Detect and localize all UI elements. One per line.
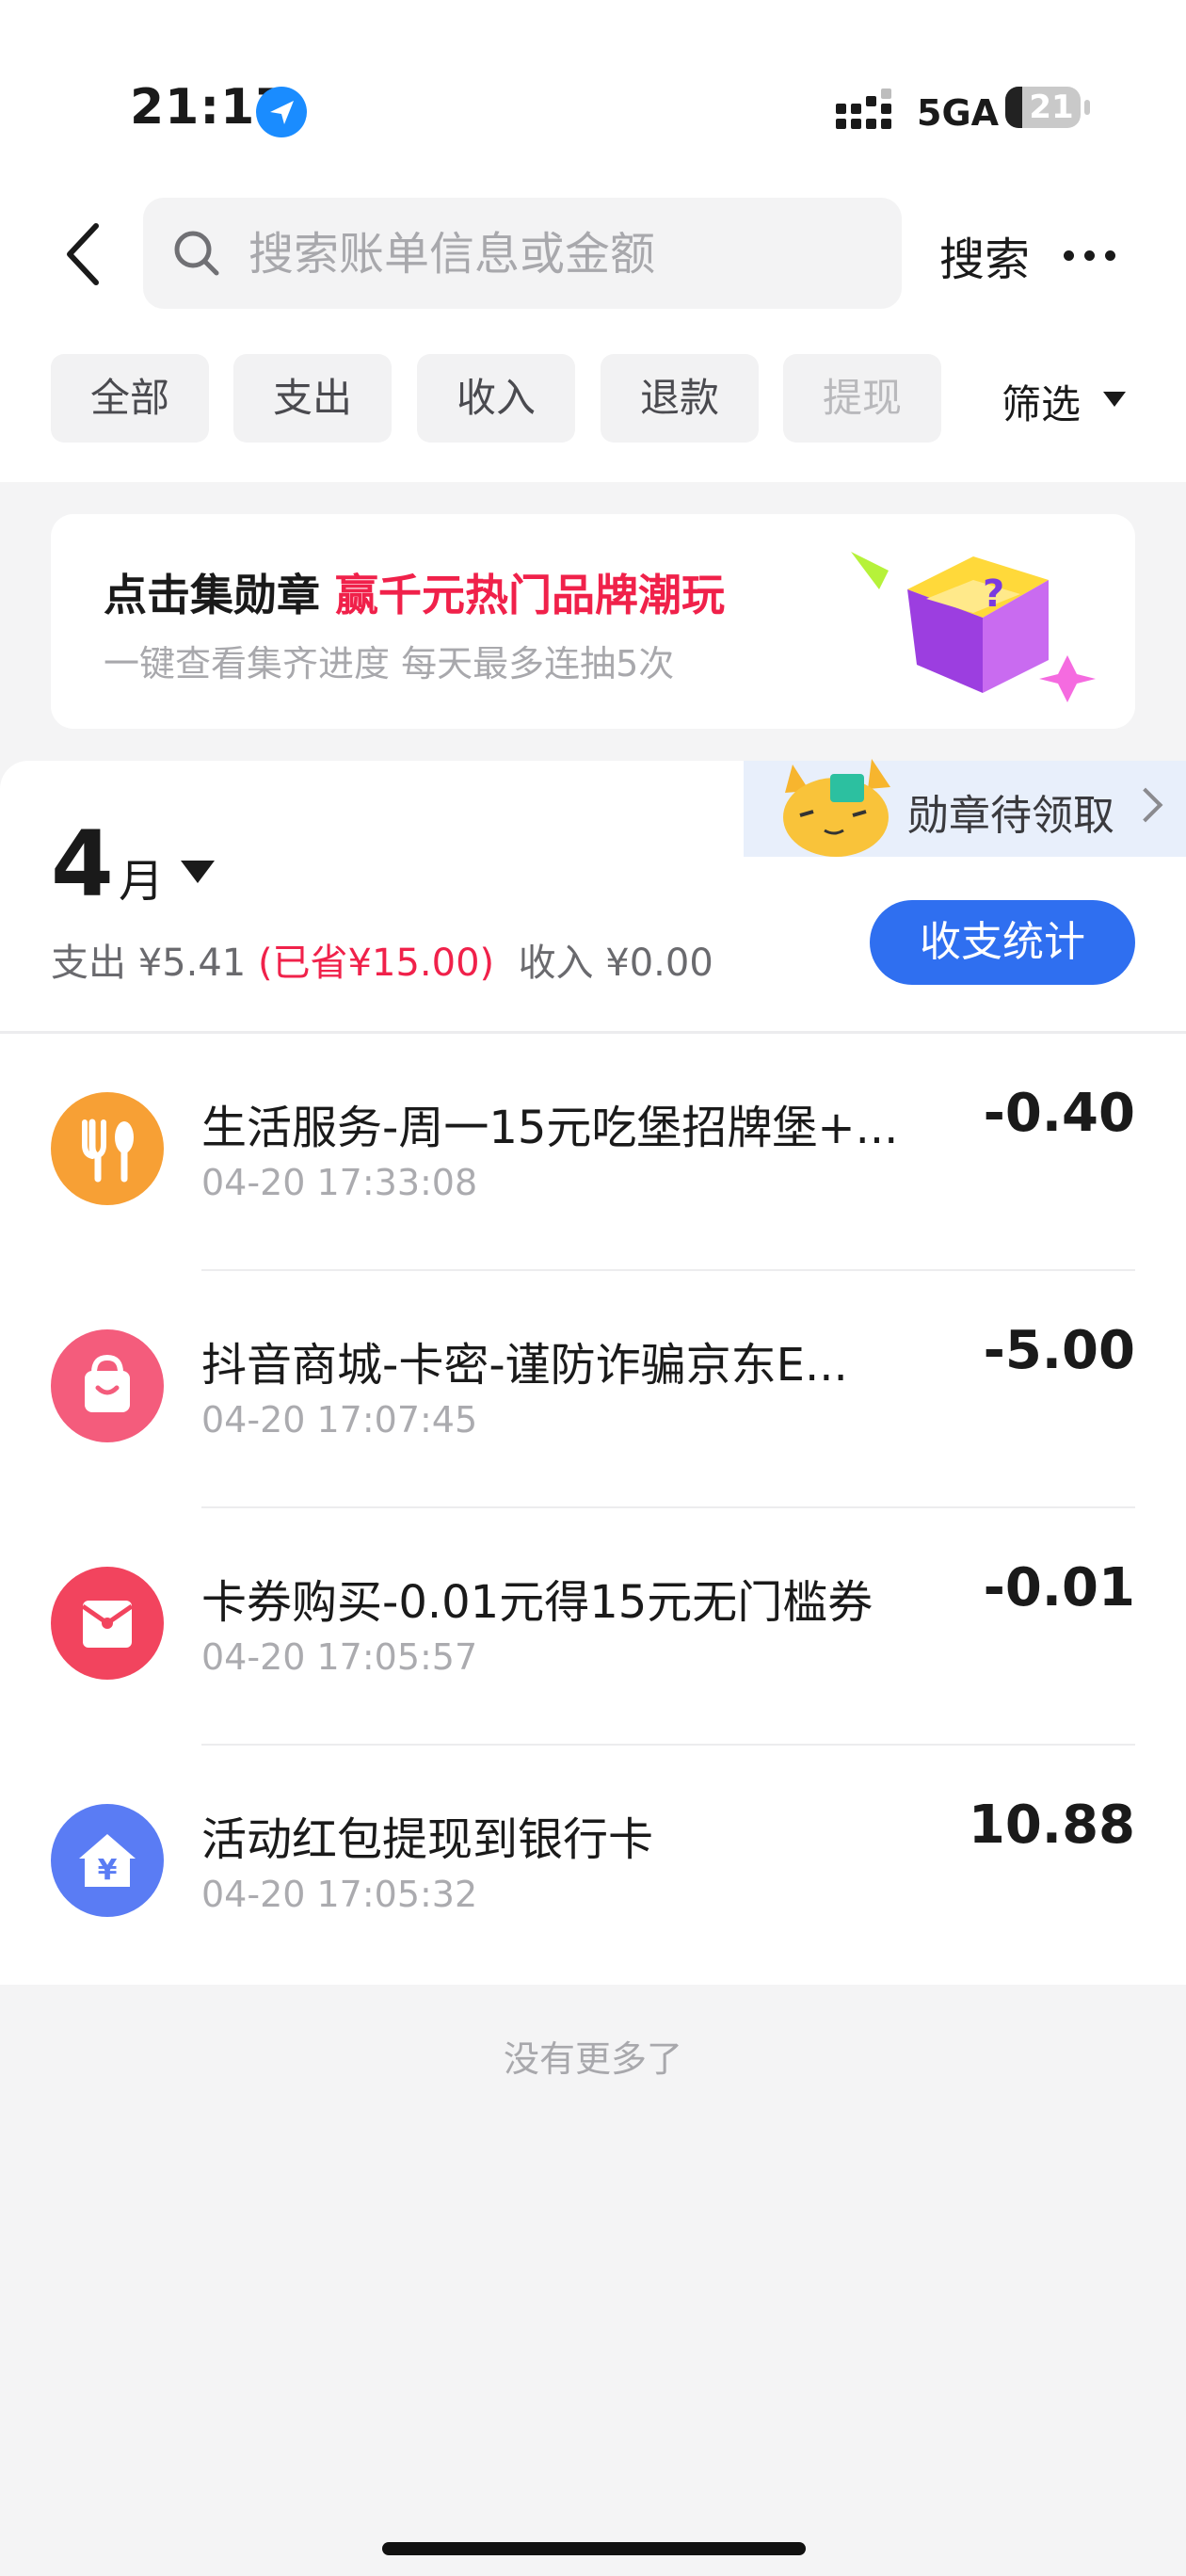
transaction-row[interactable]: 生活服务-周一15元吃堡招牌堡+... 04-20 17:33:08 -0.40 bbox=[0, 1034, 1186, 1271]
transaction-row[interactable]: ¥ 活动红包提现到银行卡 04-20 17:05:32 10.88 bbox=[0, 1746, 1186, 1983]
search-button[interactable]: 搜索 bbox=[939, 222, 1030, 288]
transaction-title: 卡券购买-0.01元得15元无门槛券 bbox=[201, 1576, 873, 1629]
no-more-text: 没有更多了 bbox=[503, 2038, 682, 2080]
svg-text:?: ? bbox=[983, 572, 1004, 616]
tab-withdraw[interactable]: 提现 bbox=[783, 354, 941, 443]
medal-tag-label[interactable]: 勋章待领取 bbox=[907, 781, 1114, 842]
transaction-time: 04-20 17:07:45 bbox=[201, 1399, 478, 1441]
promo-banner[interactable]: 点击集勋章 赢千元热门品牌潮玩 一键查看集齐进度 每天最多连抽5次 ? bbox=[51, 514, 1135, 729]
coupon-envelope-icon bbox=[51, 1567, 164, 1680]
month-number[interactable]: 4 bbox=[51, 812, 114, 917]
network-type: 5GA bbox=[917, 92, 1000, 134]
banner-title-prefix: 点击集勋章 bbox=[104, 570, 320, 620]
more-options-icon[interactable] bbox=[1064, 247, 1126, 265]
fork-spoon-icon bbox=[51, 1092, 164, 1205]
yuan-house-icon: ¥ bbox=[51, 1804, 164, 1917]
shopping-bag-icon bbox=[51, 1329, 164, 1442]
location-arrow-icon bbox=[256, 87, 307, 137]
transaction-time: 04-20 17:33:08 bbox=[201, 1162, 478, 1203]
expense-total: 支出 ¥5.41 bbox=[51, 942, 247, 985]
battery-cap bbox=[1084, 100, 1090, 115]
transaction-amount: -0.01 bbox=[983, 1557, 1135, 1618]
tab-expense[interactable]: 支出 bbox=[233, 354, 392, 443]
battery-level: 21 bbox=[1029, 89, 1074, 126]
cat-mascot-icon bbox=[777, 746, 900, 862]
transaction-time: 04-20 17:05:32 bbox=[201, 1874, 478, 1915]
month-unit[interactable]: 月 bbox=[119, 844, 164, 910]
income-total: 收入 ¥0.00 bbox=[518, 942, 713, 985]
mystery-box-icon: ? bbox=[832, 533, 1114, 725]
svg-text:¥: ¥ bbox=[98, 1854, 118, 1887]
caret-down-icon[interactable] bbox=[1103, 392, 1126, 407]
banner-title-highlight: 赢千元热门品牌潮玩 bbox=[335, 570, 726, 620]
month-dropdown-icon[interactable] bbox=[181, 861, 215, 883]
tab-all[interactable]: 全部 bbox=[51, 354, 209, 443]
signal-icon bbox=[836, 89, 902, 134]
saved-amount: (已省¥15.00) bbox=[257, 942, 495, 985]
search-box[interactable] bbox=[143, 198, 902, 311]
back-button[interactable] bbox=[56, 217, 113, 292]
filter-button[interactable]: 筛选 bbox=[1002, 373, 1081, 430]
home-indicator[interactable] bbox=[382, 2542, 806, 2555]
month-summary: 支出 ¥5.41 (已省¥15.00) 收入 ¥0.00 bbox=[51, 932, 713, 987]
transaction-amount: -0.40 bbox=[983, 1083, 1135, 1144]
banner-subtitle: 一键查看集齐进度 每天最多连抽5次 bbox=[104, 643, 675, 684]
tab-income[interactable]: 收入 bbox=[417, 354, 575, 443]
transaction-row[interactable]: 卡券购买-0.01元得15元无门槛券 04-20 17:05:57 -0.01 bbox=[0, 1508, 1186, 1746]
transaction-time: 04-20 17:05:57 bbox=[201, 1636, 478, 1678]
transaction-amount: -5.00 bbox=[983, 1320, 1135, 1381]
banner-title: 点击集勋章 赢千元热门品牌潮玩 bbox=[104, 561, 725, 623]
transaction-row[interactable]: 抖音商城-卡密-谨防诈骗京东E... 04-20 17:07:45 -5.00 bbox=[0, 1271, 1186, 1508]
transaction-title: 生活服务-周一15元吃堡招牌堡+... bbox=[201, 1102, 899, 1154]
battery-icon: 21 bbox=[1005, 87, 1081, 128]
tab-refund[interactable]: 退款 bbox=[601, 354, 759, 443]
search-input[interactable] bbox=[247, 198, 890, 311]
search-icon bbox=[171, 228, 222, 282]
transaction-amount: 10.88 bbox=[968, 1795, 1135, 1856]
stats-button[interactable]: 收支统计 bbox=[870, 900, 1135, 985]
transaction-title: 抖音商城-卡密-谨防诈骗京东E... bbox=[201, 1339, 848, 1392]
transaction-title: 活动红包提现到银行卡 bbox=[201, 1813, 654, 1866]
